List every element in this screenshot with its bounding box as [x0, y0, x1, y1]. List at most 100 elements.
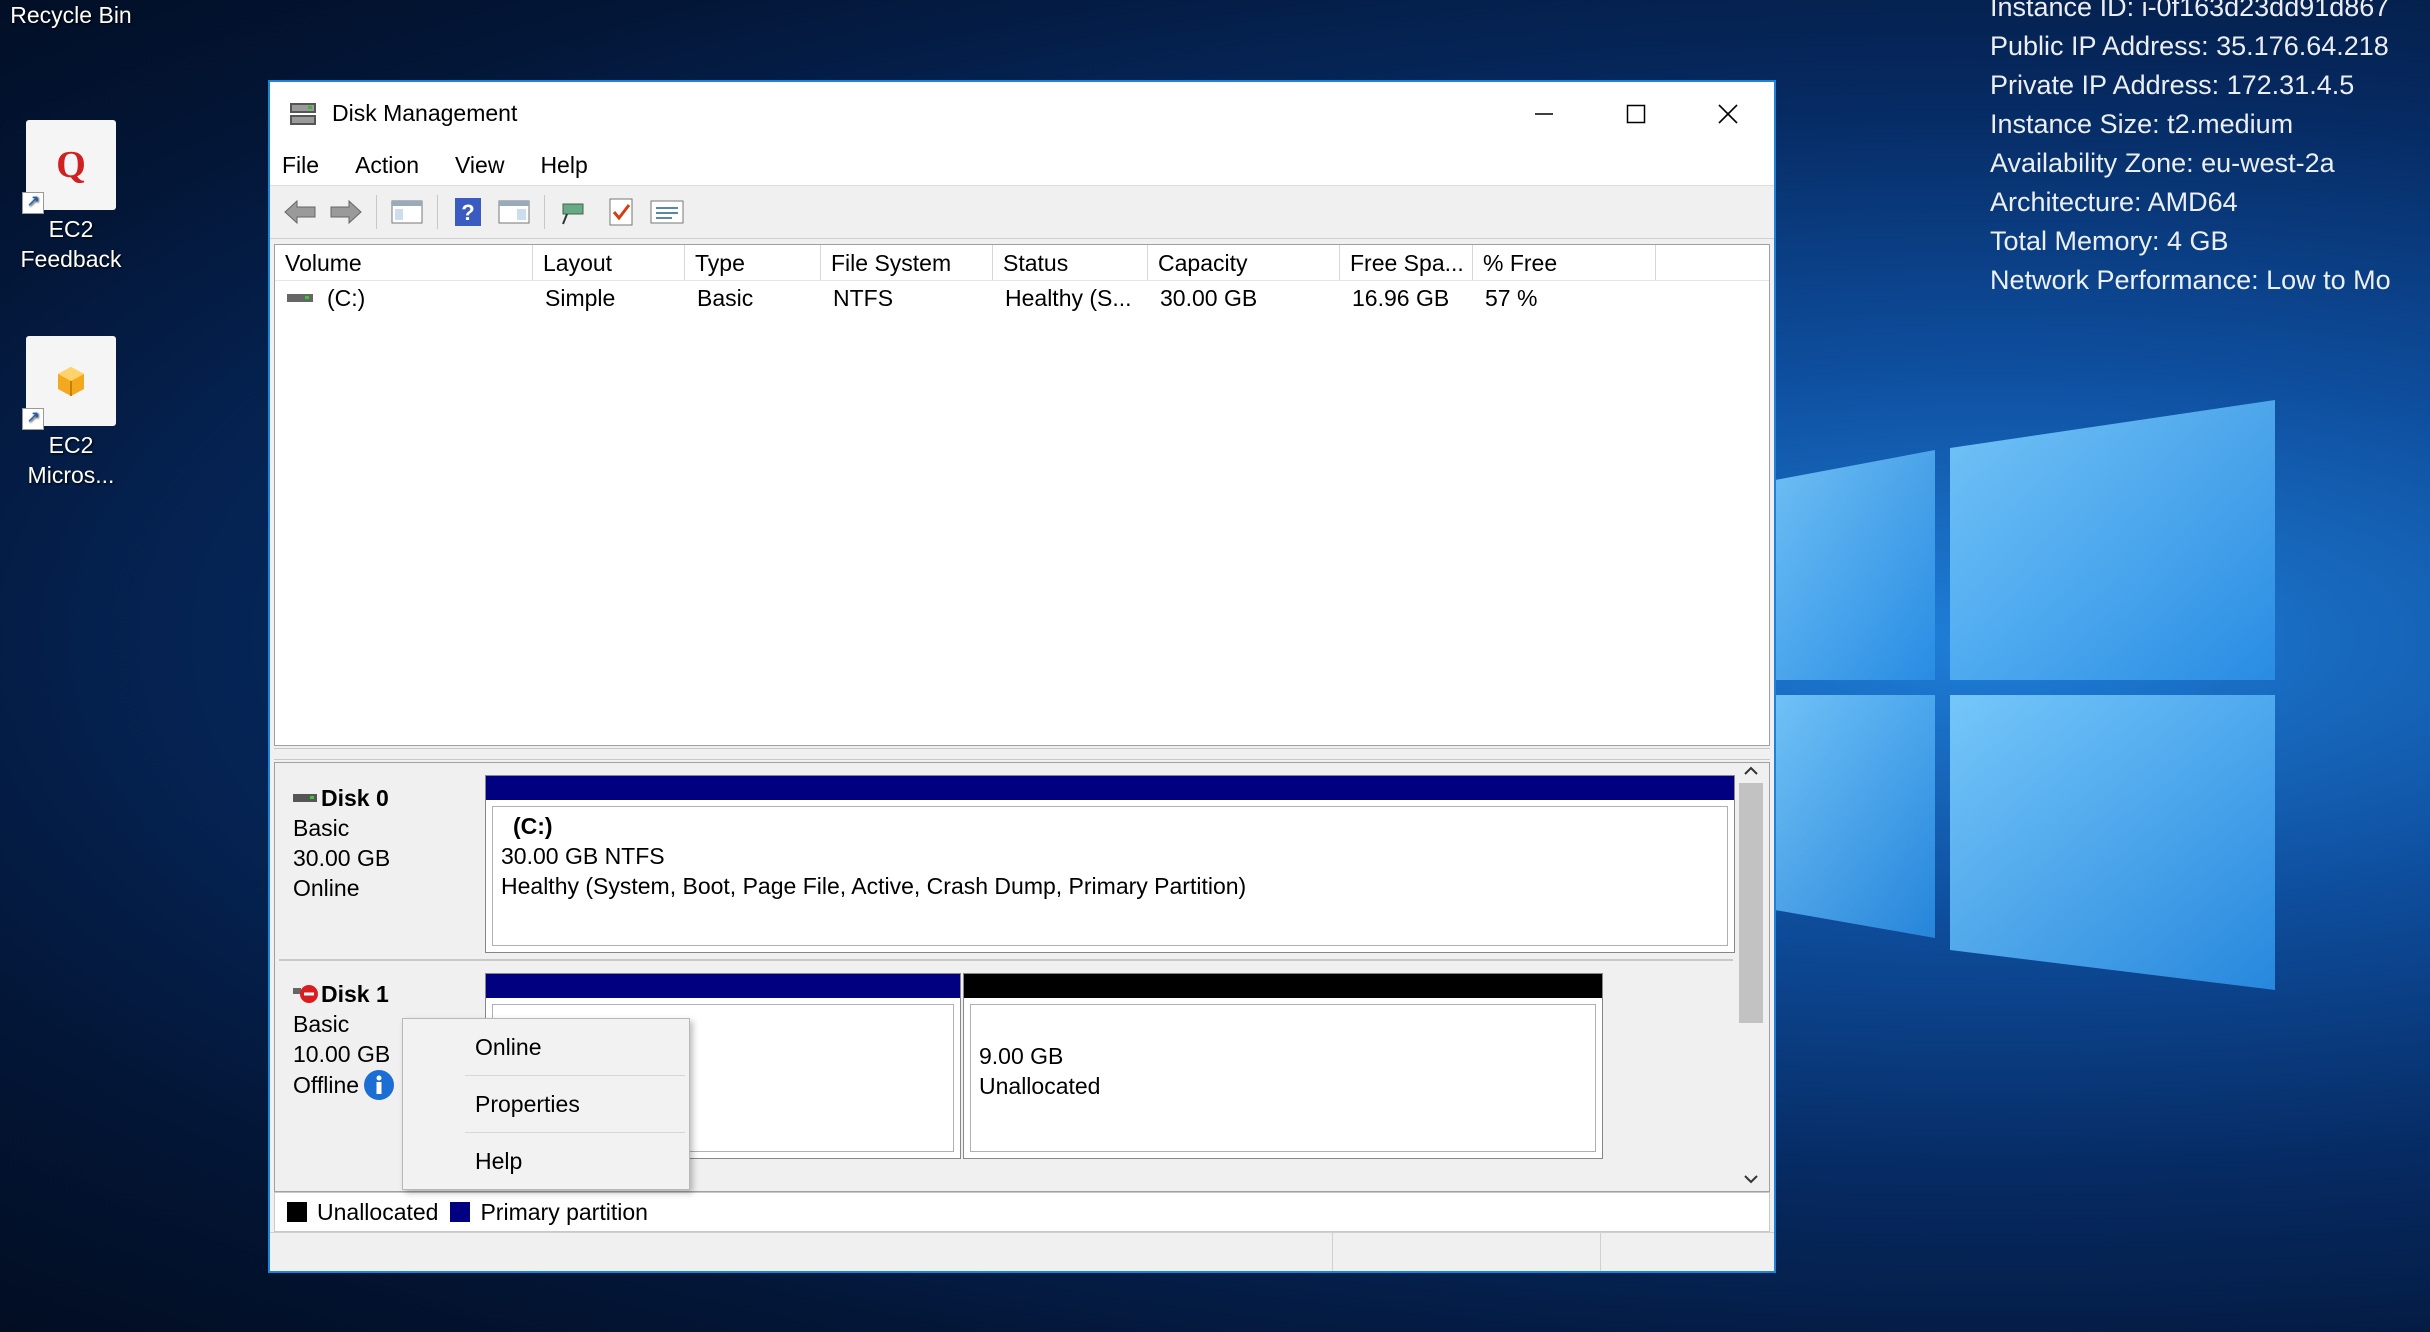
legend-primary-label: Primary partition	[480, 1198, 648, 1225]
volume-drive-icon	[287, 294, 313, 302]
disk-1-name: Disk 1	[321, 981, 389, 1007]
volume-list: Volume Layout Type File System Status Ca…	[274, 244, 1770, 746]
info-public-ip: Public IP Address: 35.176.64.218	[1990, 31, 2389, 61]
disk-1-state: Offline	[293, 1072, 360, 1098]
unallocated-label: Unallocated	[979, 1073, 1101, 1099]
column-header-capacity[interactable]: Capacity	[1148, 245, 1340, 280]
unallocated-space-disk-1[interactable]: 9.00 GB Unallocated	[963, 973, 1603, 1159]
legend-unallocated-label: Unallocated	[317, 1198, 439, 1225]
column-header-layout[interactable]: Layout	[533, 245, 685, 280]
context-menu-properties[interactable]: Properties	[403, 1076, 689, 1132]
menu-file[interactable]: File	[280, 150, 321, 181]
close-icon	[1718, 103, 1738, 124]
column-header-type[interactable]: Type	[685, 245, 821, 280]
properties-icon	[650, 200, 684, 224]
cell-volume: (C:)	[275, 281, 533, 315]
back-arrow-icon	[284, 199, 316, 225]
aws-package-icon: ↗	[22, 336, 116, 430]
shortcut-arrow-icon: ↗	[22, 192, 44, 214]
scroll-down-icon[interactable]	[1735, 1171, 1767, 1187]
disk-0-type: Basic	[293, 815, 350, 841]
toolbar-separator	[544, 195, 545, 229]
column-header-percent-free[interactable]: % Free	[1473, 245, 1656, 280]
close-button[interactable]	[1682, 82, 1774, 145]
console-tree-icon	[391, 200, 423, 224]
windows-logo	[1775, 400, 2275, 990]
check-button[interactable]	[601, 192, 641, 232]
legend-unallocated-swatch	[287, 1202, 307, 1222]
disk-0-info[interactable]: Disk 0 Basic 30.00 GB Online	[279, 775, 479, 950]
cell-file-system: NTFS	[833, 285, 894, 311]
context-menu-help[interactable]: Help	[403, 1133, 689, 1189]
shortcut-arrow-icon: ↗	[22, 408, 44, 430]
checklist-icon	[609, 198, 633, 226]
status-pane-main	[270, 1233, 1333, 1271]
disk-0-size: 30.00 GB	[293, 845, 391, 871]
menu-action[interactable]: Action	[353, 150, 421, 181]
scroll-up-icon[interactable]	[1735, 763, 1767, 779]
title-bar[interactable]: Disk Management	[270, 82, 1774, 145]
minimize-button[interactable]	[1498, 82, 1590, 145]
desktop-icon-ec2-feedback[interactable]: Q ↗ EC2 Feedback	[6, 120, 136, 274]
show-action-pane-button[interactable]	[494, 192, 534, 232]
feedback-app-icon: Q ↗	[22, 120, 116, 214]
disk-0-state: Online	[293, 875, 360, 901]
help-button[interactable]: ?	[448, 192, 488, 232]
cell-volume-label: (C:)	[327, 285, 366, 311]
info-architecture: Architecture: AMD64	[1990, 187, 2238, 217]
minimize-icon	[1535, 112, 1553, 115]
menu-bar: File Action View Help	[270, 145, 1774, 185]
cell-status: Healthy (S...	[1005, 285, 1132, 311]
system-info-overlay: Instance ID: i-0f163d23dd91d867 Public I…	[1990, 0, 2391, 300]
column-header-file-system[interactable]: File System	[821, 245, 993, 280]
status-pane-2	[1333, 1233, 1601, 1271]
partition-c-name: (C:)	[513, 813, 553, 839]
cell-percent-free: 57 %	[1485, 285, 1538, 311]
column-header-status[interactable]: Status	[993, 245, 1148, 280]
info-instance-id: Instance ID: i-0f163d23dd91d867	[1990, 0, 2390, 22]
column-header-volume[interactable]: Volume	[275, 245, 533, 280]
status-bar	[270, 1232, 1774, 1271]
show-hide-console-tree-button[interactable]	[387, 192, 427, 232]
cell-free-space: 16.96 GB	[1352, 285, 1450, 311]
info-total-memory: Total Memory: 4 GB	[1990, 226, 2229, 256]
maximize-icon	[1626, 104, 1646, 123]
unallocated-details: 9.00 GB Unallocated	[970, 1004, 1596, 1152]
disk-1-name-row: Disk 1	[293, 979, 479, 1009]
legend: Unallocated Primary partition	[274, 1192, 1770, 1232]
pane-splitter[interactable]	[274, 748, 1770, 760]
maximize-button[interactable]	[1590, 82, 1682, 145]
status-pane-3	[1601, 1233, 1771, 1271]
primary-partition-bar	[486, 974, 960, 998]
forward-button[interactable]	[326, 192, 366, 232]
action-pane-icon	[498, 200, 530, 224]
context-menu-online[interactable]: Online	[403, 1019, 689, 1075]
volume-list-header: Volume Layout Type File System Status Ca…	[275, 245, 1769, 281]
legend-primary-swatch	[450, 1202, 471, 1222]
svg-text:?: ?	[461, 200, 474, 225]
properties-button[interactable]	[647, 192, 687, 232]
table-row[interactable]: (C:) Simple Basic NTFS Healthy (S... 30.…	[275, 281, 1769, 315]
scrollbar-thumb[interactable]	[1739, 783, 1763, 1023]
menu-view[interactable]: View	[453, 150, 506, 181]
menu-help[interactable]: Help	[538, 150, 589, 181]
back-button[interactable]	[280, 192, 320, 232]
unallocated-size: 9.00 GB	[979, 1043, 1064, 1069]
desktop-icon-ec2-microsoft[interactable]: ↗ EC2 Micros...	[6, 336, 136, 490]
column-header-free-space[interactable]: Free Spa...	[1340, 245, 1473, 280]
connect-disk-button[interactable]	[555, 192, 595, 232]
desktop-icon-label: EC2 Micros...	[27, 432, 115, 488]
unallocated-bar	[964, 974, 1602, 998]
info-private-ip: Private IP Address: 172.31.4.5	[1990, 70, 2355, 100]
desktop-icon-recycle-bin[interactable]: Recycle Bin	[6, 0, 136, 30]
toolbar: ?	[270, 185, 1774, 239]
cell-layout: Simple	[545, 285, 616, 311]
partition-c-status: Healthy (System, Boot, Page File, Active…	[501, 873, 1247, 899]
vertical-scrollbar[interactable]	[1735, 763, 1767, 1191]
connect-icon	[562, 203, 584, 225]
info-icon[interactable]	[363, 1069, 395, 1101]
desktop-icon-label: Recycle Bin	[10, 2, 132, 28]
help-icon: ?	[455, 198, 481, 226]
desktop-icon-label: EC2 Feedback	[20, 216, 122, 272]
partition-c[interactable]: (C:) 30.00 GB NTFS Healthy (System, Boot…	[485, 775, 1735, 953]
